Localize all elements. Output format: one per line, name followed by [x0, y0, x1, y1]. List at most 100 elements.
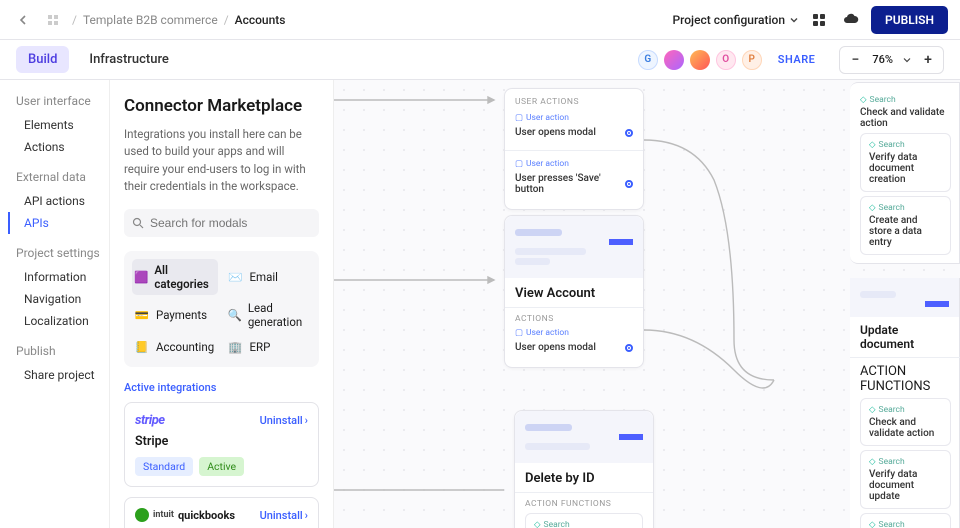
collaborator-avatars: G O P — [638, 50, 762, 70]
zoom-level: 76% — [872, 53, 893, 66]
category-label: Email — [250, 270, 278, 284]
magnifier-icon: 🔍 — [228, 307, 242, 323]
nav-apis[interactable]: APIs — [8, 212, 109, 234]
mail-icon: ✉️ — [228, 269, 244, 285]
node-side-functions[interactable]: ◇Search Check and validate action ◇Searc… — [850, 82, 960, 264]
section-label: USER ACTIONS — [515, 97, 633, 107]
category-label: Lead generation — [248, 301, 309, 329]
avatar[interactable] — [690, 50, 710, 70]
search-tag: Search — [544, 520, 570, 528]
panel-description: Integrations you install here can be use… — [124, 126, 319, 195]
category-accounting[interactable]: 📒 Accounting — [132, 335, 218, 359]
node-title: Delete by ID — [525, 471, 643, 486]
share-button[interactable]: SHARE — [770, 53, 824, 66]
app-switcher-icon[interactable] — [42, 9, 64, 31]
back-button[interactable] — [12, 9, 34, 31]
category-label: Payments — [156, 308, 207, 322]
nav-actions[interactable]: Actions — [16, 136, 109, 158]
category-label: All categories — [154, 263, 215, 291]
node-update-document[interactable]: Update document ACTION FUNCTIONS ◇Search… — [850, 278, 960, 528]
action-function-label: Check and validate action — [869, 417, 942, 439]
active-integrations-header: Active integrations — [124, 381, 319, 394]
nav-group-header: Project settings — [16, 246, 109, 260]
chevron-down-icon[interactable] — [903, 56, 911, 64]
node-title: Update document — [860, 323, 951, 351]
action-label: User opens modal — [515, 342, 596, 353]
nav-group-header: Publish — [16, 344, 109, 358]
search-tag: Search — [879, 520, 905, 528]
publish-button[interactable]: PUBLISH — [871, 6, 948, 34]
workflow-canvas[interactable]: USER ACTIONS ▢User action User opens mod… — [334, 80, 960, 528]
nav-information[interactable]: Information — [16, 266, 109, 288]
nav-group-header: External data — [16, 170, 109, 184]
category-leadgen[interactable]: 🔍 Lead generation — [226, 297, 312, 333]
integration-card-quickbooks[interactable]: intuitquickbooks Uninstall› QuickBooks S… — [124, 497, 319, 528]
tab-infrastructure[interactable]: Infrastructure — [77, 46, 181, 73]
avatar[interactable]: O — [716, 50, 736, 70]
uninstall-button[interactable]: Uninstall› — [260, 509, 308, 522]
chevron-down-icon — [789, 15, 799, 25]
nav-share-project[interactable]: Share project — [16, 364, 109, 386]
breadcrumb-page[interactable]: Accounts — [235, 13, 286, 27]
category-label: ERP — [250, 340, 271, 354]
avatar[interactable] — [664, 50, 684, 70]
category-email[interactable]: ✉️ Email — [226, 259, 312, 295]
ledger-icon: 📒 — [134, 339, 150, 355]
nav-group-header: User interface — [16, 94, 109, 108]
search-tag: Search — [879, 405, 905, 415]
action-function-label: Create and store a data entry — [869, 215, 942, 248]
stripe-logo: stripe — [135, 413, 165, 428]
nav-api-actions[interactable]: API actions — [16, 190, 109, 212]
integration-card-stripe[interactable]: stripe Uninstall› Stripe Standard Active — [124, 402, 319, 487]
search-tag: Search — [870, 95, 896, 105]
left-nav: User interface Elements Actions External… — [0, 80, 110, 528]
node-view-account[interactable]: View Account ACTIONS ▢User action User o… — [504, 215, 644, 368]
section-label: ACTION FUNCTIONS — [525, 499, 643, 509]
search-icon — [132, 217, 144, 229]
status-pill: Active — [199, 457, 244, 476]
category-all[interactable]: 🟪 All categories — [132, 259, 218, 295]
apps-grid-icon[interactable] — [807, 8, 831, 32]
zoom-out-button[interactable]: − — [848, 52, 862, 68]
user-action-tag: User action — [526, 113, 569, 123]
radio-icon[interactable] — [625, 129, 633, 137]
tab-build[interactable]: Build — [16, 46, 69, 73]
nav-elements[interactable]: Elements — [16, 114, 109, 136]
search-tag: Search — [879, 457, 905, 467]
radio-icon[interactable] — [625, 180, 633, 188]
node-delete-by-id[interactable]: Delete by ID ACTION FUNCTIONS ◇Search Ch… — [514, 410, 654, 528]
building-icon: 🏢 — [228, 339, 244, 355]
breadcrumb: / Template B2B commerce / Accounts — [72, 13, 285, 27]
search-input[interactable] — [150, 216, 311, 230]
section-label: ACTION FUNCTIONS — [860, 364, 951, 394]
avatar[interactable]: G — [638, 50, 658, 70]
plan-pill: Standard — [135, 457, 193, 476]
category-payments[interactable]: 💳 Payments — [132, 297, 218, 333]
breadcrumb-project[interactable]: Template B2B commerce — [83, 13, 218, 27]
avatar[interactable]: P — [742, 50, 762, 70]
action-function-label: Check and validate action — [860, 107, 951, 129]
uninstall-button[interactable]: Uninstall› — [260, 414, 308, 427]
zoom-control: − 76% + — [839, 46, 944, 74]
node-user-actions[interactable]: USER ACTIONS ▢User action User opens mod… — [504, 88, 644, 210]
search-box[interactable] — [124, 209, 319, 237]
cloud-icon[interactable] — [839, 8, 863, 32]
category-erp[interactable]: 🏢 ERP — [226, 335, 312, 359]
user-action-tag: User action — [526, 328, 569, 338]
nav-navigation[interactable]: Navigation — [16, 288, 109, 310]
action-function-label: Verify data document update — [869, 469, 942, 502]
action-function-label: Verify data document creation — [869, 152, 942, 185]
project-configuration-dropdown[interactable]: Project configuration — [673, 13, 800, 27]
marketplace-panel: Connector Marketplace Integrations you i… — [110, 80, 334, 528]
zoom-in-button[interactable]: + — [921, 52, 935, 68]
nav-localization[interactable]: Localization — [16, 310, 109, 332]
search-tag: Search — [879, 140, 905, 150]
node-title: View Account — [515, 286, 633, 301]
search-tag: Search — [879, 203, 905, 213]
radio-icon[interactable] — [625, 344, 633, 352]
action-label: User presses 'Save' button — [515, 173, 619, 195]
category-grid: 🟪 All categories ✉️ Email 💳 Payments 🔍 L… — [124, 251, 319, 367]
panel-title: Connector Marketplace — [124, 96, 319, 116]
section-label: ACTIONS — [515, 314, 633, 324]
cube-icon: 🟪 — [134, 269, 148, 285]
